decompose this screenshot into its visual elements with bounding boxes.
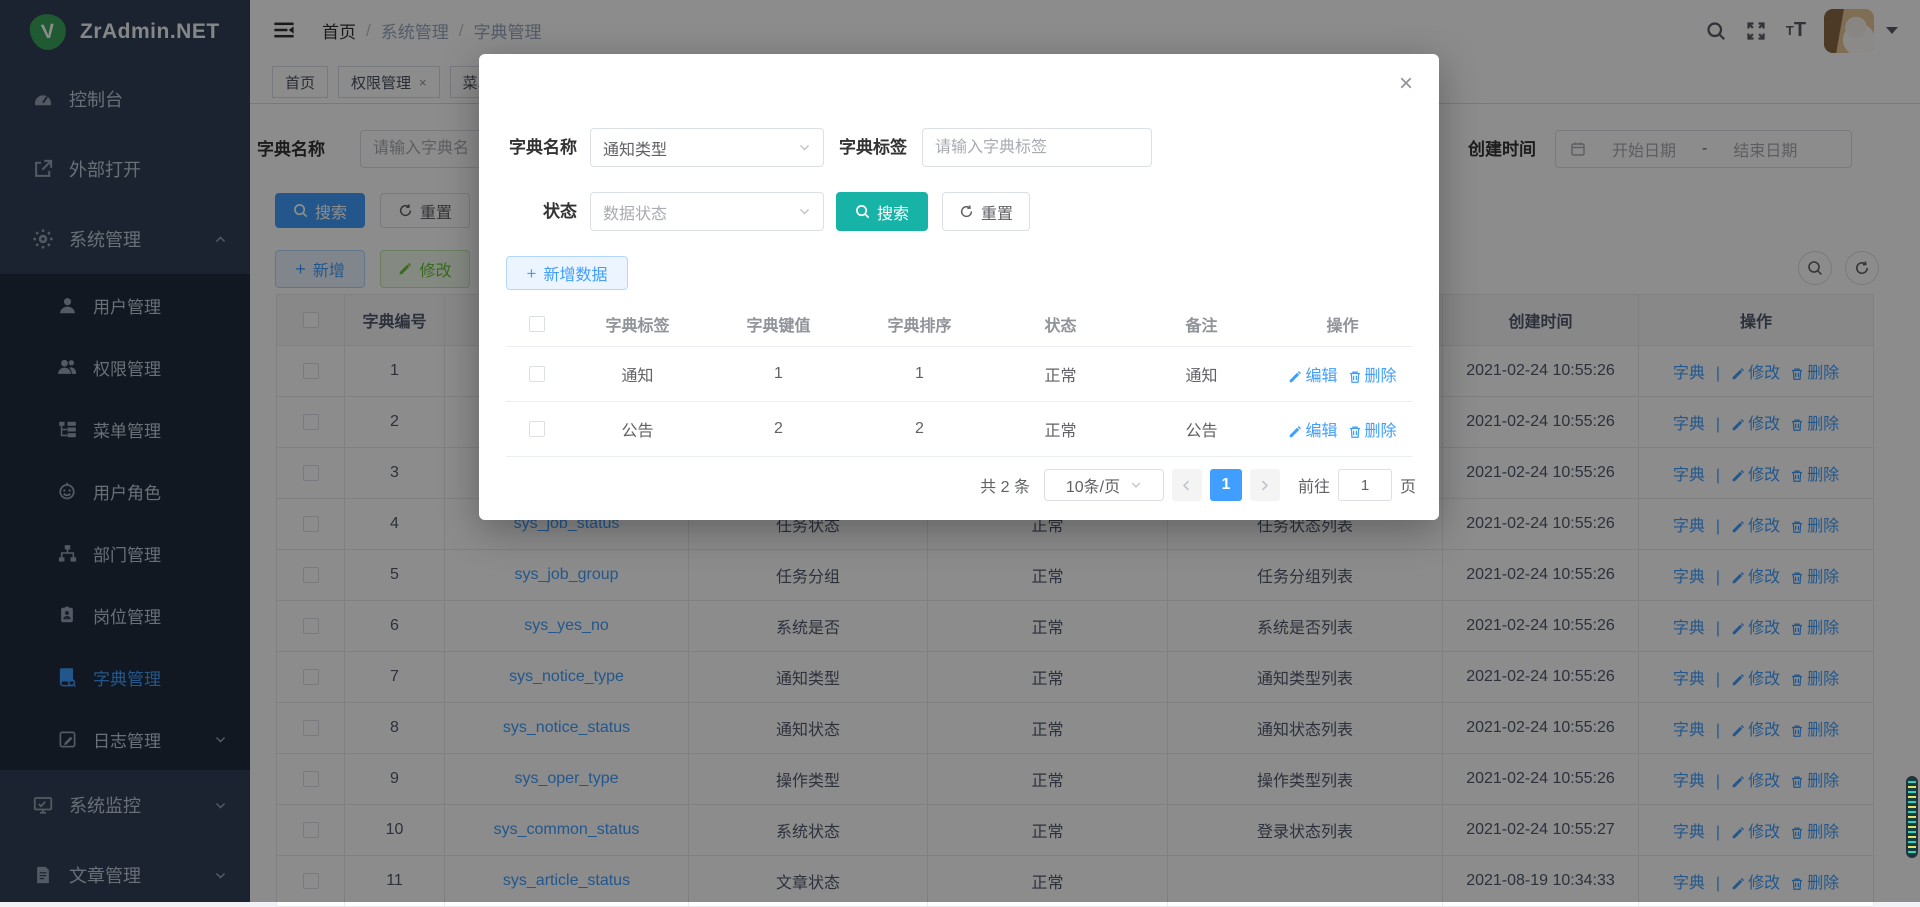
dialog-select-all-checkbox[interactable] [529, 316, 545, 332]
dialog-column-header: 状态 [990, 302, 1131, 347]
chevron-down-icon [798, 205, 811, 218]
dialog-delete-link[interactable]: 删除 [1348, 423, 1397, 440]
dialog-search-button[interactable]: 搜索 [836, 192, 928, 231]
cell-remark: 通知 [1131, 347, 1272, 402]
page-unit-label: 页 [1400, 473, 1416, 497]
cell-dict-sort: 2 [849, 402, 990, 457]
pagination-total: 共 2 条 [980, 473, 1030, 497]
dialog-dict-label-input[interactable] [922, 128, 1152, 167]
dialog-row-checkbox[interactable] [529, 421, 545, 437]
search-icon [855, 204, 870, 219]
dialog-edit-link[interactable]: 编辑 [1288, 423, 1337, 440]
page-size-select[interactable]: 10条/页 [1044, 469, 1164, 501]
dialog-column-header: 字典排序 [849, 302, 990, 347]
dialog-column-header: 字典键值 [708, 302, 849, 347]
pen-icon [1288, 370, 1302, 384]
chevron-down-icon [1130, 479, 1142, 491]
cell-dict-value: 2 [708, 402, 849, 457]
scrollbar-thumb[interactable] [1906, 776, 1918, 858]
dialog-table-row: 通知11正常通知编辑删除 [506, 347, 1413, 402]
plus-icon: + [527, 265, 537, 282]
dialog-column-header: 备注 [1131, 302, 1272, 347]
next-page-button[interactable] [1250, 469, 1280, 501]
trash-icon [1348, 370, 1362, 384]
cell-dict-label: 公告 [567, 402, 708, 457]
dialog-column-header: 操作 [1272, 302, 1413, 347]
dialog-close-icon[interactable]: × [1399, 72, 1413, 96]
dialog-status-select[interactable]: 数据状态 [590, 192, 824, 231]
dialog-dict-name-select[interactable]: 通知类型 [590, 128, 824, 167]
cell-dict-value: 1 [708, 347, 849, 402]
dialog-status-label: 状态 [497, 192, 577, 231]
cell-dict-sort: 1 [849, 347, 990, 402]
prev-page-button[interactable] [1172, 469, 1202, 501]
dialog-delete-link[interactable]: 删除 [1348, 368, 1397, 385]
cell-dict-label: 通知 [567, 347, 708, 402]
dialog-reset-button[interactable]: 重置 [942, 192, 1030, 231]
dict-data-table: 字典标签字典键值字典排序状态备注操作通知11正常通知编辑删除公告22正常公告编辑… [506, 302, 1413, 457]
current-page-button[interactable]: 1 [1210, 469, 1242, 501]
dialog-dict-label-label: 字典标签 [827, 128, 907, 167]
refresh-icon [959, 204, 974, 219]
dialog-row-checkbox[interactable] [529, 366, 545, 382]
dialog-add-data-button[interactable]: + 新增数据 [506, 256, 628, 290]
dict-data-dialog: × 字典名称 通知类型 字典标签 状态 数据状态 搜索 重置 + 新增数据 字典… [479, 54, 1439, 520]
dialog-dict-name-label: 字典名称 [497, 128, 577, 167]
goto-label: 前往 [1298, 473, 1330, 497]
dialog-pagination: 共 2 条 10条/页 1 前往 页 [980, 469, 1416, 501]
pen-icon [1288, 425, 1302, 439]
trash-icon [1348, 425, 1362, 439]
cell-remark: 公告 [1131, 402, 1272, 457]
dialog-edit-link[interactable]: 编辑 [1288, 368, 1337, 385]
chevron-down-icon [798, 141, 811, 154]
goto-page-input[interactable] [1338, 469, 1392, 501]
dialog-table-header-row: 字典标签字典键值字典排序状态备注操作 [506, 302, 1413, 347]
cell-status: 正常 [990, 347, 1131, 402]
cell-status: 正常 [990, 402, 1131, 457]
dialog-table-row: 公告22正常公告编辑删除 [506, 402, 1413, 457]
dialog-column-header: 字典标签 [567, 302, 708, 347]
